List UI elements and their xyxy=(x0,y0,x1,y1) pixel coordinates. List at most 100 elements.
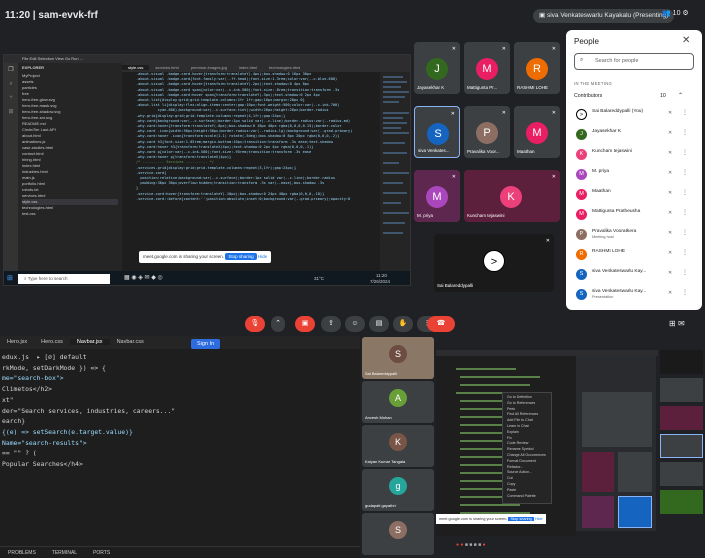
people-list-item[interactable]: Ssiva Venkateswarlu Kay... ✕ ⋮ xyxy=(570,266,698,284)
participant-tile[interactable]: Ssiva Venkates... ✕ xyxy=(414,106,460,158)
people-list-item[interactable]: M M. priya ✕ ⋮ xyxy=(570,166,698,184)
participant-tile[interactable]: J Jayasekhar K ✕ xyxy=(414,42,460,94)
editor-tab[interactable]: Hero.css xyxy=(34,339,70,345)
participant-tile[interactable]: g gudapati gayathri xyxy=(362,469,434,511)
nested-stop-button[interactable]: Stop sharing xyxy=(508,517,534,521)
participant-avatar: P xyxy=(476,122,498,144)
people-list-item[interactable]: M Mattigunta Pratheusha ✕ ⋮ xyxy=(570,206,698,224)
more-options-icon[interactable]: ⋮ xyxy=(682,289,688,296)
more-options-icon[interactable]: ⋮ xyxy=(682,169,688,176)
more-options-icon[interactable]: ⋮ xyxy=(682,109,688,116)
taskbar-apps[interactable]: ▦ ◉ ◈ ✉ ◆ ◎ xyxy=(124,274,163,281)
contributors-count: 10 xyxy=(660,93,666,99)
captions-icon[interactable]: ▤ xyxy=(369,316,389,332)
source-control-icon[interactable]: ⑂ xyxy=(4,91,18,105)
participant-name: Maathan xyxy=(517,149,535,154)
vscode-minimap xyxy=(380,72,410,271)
people-list-item[interactable]: Ssiva Venkateswarlu Kay... Presentation ✕ ⋮ xyxy=(570,286,698,304)
participant-tile[interactable]: M Mattigunta Pr... ✕ xyxy=(464,42,510,94)
participant-tile[interactable]: S Sai Balareddypalli xyxy=(362,337,434,379)
stop-sharing-button[interactable]: Stop sharing xyxy=(225,253,257,260)
panel-tab[interactable]: TERMINAL xyxy=(44,550,85,556)
taskbar-date: 7/26/2024 xyxy=(370,279,391,284)
editor-tab[interactable]: style.css xyxy=(122,65,150,70)
nested-leave-icon[interactable]: ● xyxy=(482,542,485,548)
mic-off-icon: ✕ xyxy=(668,290,673,296)
people-list-item[interactable]: J Jayasekhar K ✕ ⋮ xyxy=(570,126,698,144)
nested-hide-button[interactable]: Hide xyxy=(535,517,543,521)
participant-name: Kalyan Kumar Tangala xyxy=(365,459,406,464)
close-icon[interactable]: ✕ xyxy=(682,35,690,46)
activities-icon[interactable]: ⊞ xyxy=(669,319,676,328)
more-options-icon[interactable]: ⋮ xyxy=(682,189,688,196)
more-options-icon[interactable]: ⋮ xyxy=(682,209,688,216)
taskbar-search[interactable]: ⌕ Type here to search xyxy=(18,274,110,284)
present-screen-icon[interactable]: ⇪ xyxy=(321,316,341,332)
person-name: Jayasekhar K xyxy=(592,129,622,134)
meeting-controls: 🎙 ⌃ ▣ ⇪ ☺ ▤ ✋ ⋮ ☎ xyxy=(245,316,455,334)
emoji-icon[interactable]: ☺ xyxy=(345,316,365,332)
more-options-icon[interactable]: ⋮ xyxy=(682,149,688,156)
nested-cam-icon[interactable]: ● xyxy=(460,542,463,548)
editor-tab[interactable]: index.html xyxy=(233,65,263,70)
people-list-item[interactable]: P Pravalika Vooratkera Meeting host ✕ ⋮ xyxy=(570,226,698,244)
panel-tab[interactable]: PORTS xyxy=(85,550,118,556)
people-list-item[interactable]: K Kuncham tejaswini ✕ ⋮ xyxy=(570,146,698,164)
context-menu-item[interactable]: Command Palette xyxy=(507,494,547,500)
people-list-item[interactable]: R RASHMI LOHE ✕ ⋮ xyxy=(570,246,698,264)
mic-options-icon[interactable]: ⌃ xyxy=(271,316,285,332)
more-options-icon[interactable]: ⋮ xyxy=(682,269,688,276)
participant-name: Mattigunta Pr... xyxy=(467,85,498,90)
mic-off-icon: ✕ xyxy=(668,170,673,176)
participant-tile[interactable]: K Kuncham tejaswini ✕ xyxy=(464,170,560,222)
people-icon[interactable]: 👥 xyxy=(662,10,671,17)
editor-tab[interactable]: premium-images.jpg xyxy=(185,65,233,70)
people-list-item[interactable]: > Sai Balareddypalli (You) ✕ ⋮ xyxy=(570,106,698,124)
explorer-item[interactable]: test.css xyxy=(22,211,118,217)
leave-call-icon[interactable]: ☎ xyxy=(427,316,455,332)
people-title: People xyxy=(574,37,599,46)
people-search-input[interactable]: Search for people xyxy=(574,53,694,70)
context-menu-item[interactable]: Change All Occurrences xyxy=(507,453,547,459)
participant-tile[interactable]: A Anvesh Mohan xyxy=(362,381,434,423)
windows-start-icon[interactable]: ⊞ xyxy=(7,274,13,282)
more-options-icon[interactable]: ⋮ xyxy=(682,249,688,256)
sign-in-button[interactable]: Sign In xyxy=(191,339,221,349)
presenting-chip[interactable]: ▣ siva Venkateswarlu Kayakalu (Presentin… xyxy=(533,9,675,23)
participant-tile[interactable]: R RASHMI LOHE ✕ xyxy=(514,42,560,94)
editor-tab[interactable]: services.html xyxy=(149,65,184,70)
participant-tile[interactable]: P Pravalika Voor... ✕ xyxy=(464,106,510,158)
participant-avatar: > xyxy=(483,250,505,272)
nested-tile xyxy=(582,452,614,492)
more-options-icon[interactable]: ⋮ xyxy=(682,129,688,136)
participant-tile[interactable]: M Maathan ✕ xyxy=(514,106,560,158)
editor-tab[interactable]: Navbar.jsx xyxy=(69,339,110,345)
participant-tile[interactable]: > Sai Balareddypalli ✕ xyxy=(434,234,554,292)
editor-tab[interactable]: Hero.jsx xyxy=(0,339,34,345)
explorer-icon[interactable]: ❐ xyxy=(4,63,18,77)
participant-tile[interactable]: S xyxy=(362,513,434,555)
mic-off-icon: ✕ xyxy=(451,46,456,52)
raise-hand-icon[interactable]: ✋ xyxy=(393,316,413,332)
person-avatar: M xyxy=(576,189,587,200)
nested-control-icons[interactable]: ■ ■ ■ ■ xyxy=(465,542,481,548)
participant-tile[interactable]: M M. priya ✕ xyxy=(414,170,460,222)
settings-icon[interactable]: ⚙ xyxy=(682,10,688,17)
person-name: Mattigunta Pratheusha xyxy=(592,209,641,214)
extensions-icon[interactable]: ⊞ xyxy=(4,105,18,119)
hide-button[interactable]: Hide xyxy=(258,254,267,259)
mic-off-icon: ✕ xyxy=(501,110,506,116)
people-list-item[interactable]: M Maathan ✕ ⋮ xyxy=(570,186,698,204)
nested-mic-icon[interactable]: ● xyxy=(456,542,459,548)
participant-tile[interactable]: K Kalyan Kumar Tangala xyxy=(362,425,434,467)
camera-off-icon[interactable]: ▣ xyxy=(295,316,315,332)
panel-tab[interactable]: PROBLEMS xyxy=(0,550,44,556)
more-options-icon[interactable]: ⋮ xyxy=(682,229,688,236)
search-icon[interactable]: ⌕ xyxy=(4,77,18,91)
editor-tab[interactable]: technologies.html xyxy=(263,65,306,70)
chat-icon[interactable]: ✉ xyxy=(678,319,685,328)
person-avatar: > xyxy=(576,109,587,120)
chevron-up-icon[interactable]: ⌃ xyxy=(678,92,683,99)
mic-off-icon[interactable]: 🎙 xyxy=(245,316,265,332)
editor-tab[interactable]: Navbar.css xyxy=(110,339,151,345)
